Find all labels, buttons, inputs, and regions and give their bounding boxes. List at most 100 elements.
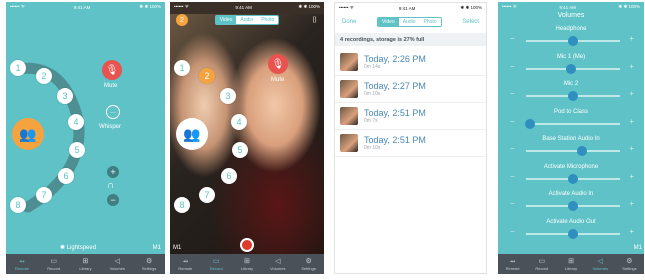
volume-down-button[interactable]: − bbox=[107, 194, 119, 206]
pod-7-button[interactable]: 7 bbox=[199, 187, 215, 203]
slider-thumb[interactable] bbox=[568, 173, 578, 184]
tab-settings[interactable]: ⚙ Settings bbox=[293, 254, 324, 274]
tab-library[interactable]: ⊞ Library bbox=[232, 254, 263, 274]
recording-duration: 0m 7s bbox=[364, 118, 378, 124]
video-thumbnail bbox=[340, 80, 358, 98]
volume-down-icon[interactable]: − bbox=[510, 144, 515, 153]
tab-remote[interactable]: ⥇ Remote bbox=[6, 254, 38, 274]
volume-down-icon[interactable]: − bbox=[510, 62, 515, 71]
pod-4-button[interactable]: 4 bbox=[68, 114, 84, 130]
mute-button[interactable]: 🎙 bbox=[102, 60, 122, 80]
pod-3-button[interactable]: 3 bbox=[57, 88, 73, 104]
volume-label: Mic 1 (Me) bbox=[556, 53, 586, 60]
volume-up-icon[interactable]: + bbox=[629, 62, 634, 71]
done-button[interactable]: Done bbox=[342, 19, 356, 25]
record-button[interactable] bbox=[240, 238, 254, 252]
pod-5-button[interactable]: 5 bbox=[232, 142, 248, 158]
tab-remote[interactable]: ⥇ Remote bbox=[170, 254, 201, 274]
tab-record[interactable]: ▭ Record bbox=[527, 254, 556, 274]
volume-slider[interactable] bbox=[524, 118, 620, 129]
volume-up-icon[interactable]: + bbox=[629, 199, 634, 208]
slider-thumb[interactable] bbox=[568, 228, 578, 239]
pod-8-button[interactable]: 8 bbox=[10, 197, 26, 213]
volume-up-icon[interactable]: + bbox=[629, 144, 634, 153]
pod-4-button[interactable]: 4 bbox=[231, 114, 247, 130]
pod-6-button[interactable]: 6 bbox=[221, 168, 237, 184]
tab-settings[interactable]: ⚙ Settings bbox=[615, 254, 644, 274]
tab-library[interactable]: ⊞ Library bbox=[556, 254, 585, 274]
list-item[interactable]: Today, 2:27 PM 0m 10s bbox=[335, 76, 486, 103]
volume-down-icon[interactable]: − bbox=[510, 89, 515, 98]
pod-1-button[interactable]: 1 bbox=[174, 60, 190, 76]
volume-slider[interactable] bbox=[526, 63, 620, 74]
volume-up-icon[interactable]: + bbox=[629, 227, 634, 236]
lightspeed-icon: ✺ bbox=[60, 245, 66, 251]
select-button[interactable]: Select bbox=[462, 19, 479, 25]
volume-up-icon[interactable]: + bbox=[629, 117, 634, 126]
tab-settings[interactable]: ⚙ Settings bbox=[133, 254, 165, 274]
volume-down-icon[interactable]: − bbox=[510, 172, 515, 181]
pod-5-button[interactable]: 5 bbox=[69, 142, 85, 158]
speaker-icon: ◁ bbox=[114, 257, 120, 265]
slider-thumb[interactable] bbox=[524, 118, 535, 129]
volume-up-icon[interactable]: + bbox=[629, 34, 634, 43]
volume-down-icon[interactable]: − bbox=[510, 227, 515, 236]
pod-7-button[interactable]: 7 bbox=[36, 187, 52, 203]
list-item[interactable]: Today, 2:51 PM 0m 7s bbox=[335, 103, 486, 130]
tab-volumes[interactable]: ◁ Volumes bbox=[101, 254, 133, 274]
pod-2-button[interactable]: 2 bbox=[36, 68, 52, 84]
speaker-icon: ◁ bbox=[597, 257, 603, 265]
camera-switch-icon[interactable]: ⌷ bbox=[312, 15, 317, 25]
tab-record[interactable]: ▭ Record bbox=[38, 254, 70, 274]
mode-audio[interactable]: Audio bbox=[236, 16, 258, 24]
pod-1-button[interactable]: 1 bbox=[10, 60, 26, 76]
volume-up-icon[interactable]: + bbox=[629, 89, 634, 98]
mode-photo[interactable]: Photo bbox=[419, 18, 441, 26]
volume-up-button[interactable]: + bbox=[107, 166, 119, 178]
recording-title: Today, 2:27 PM bbox=[364, 81, 426, 91]
tab-volumes[interactable]: ◁ Volumes bbox=[586, 254, 615, 274]
mute-button[interactable]: 🎙 bbox=[268, 54, 288, 74]
remote-icon: ⥇ bbox=[509, 257, 516, 265]
slider-thumb[interactable] bbox=[568, 201, 578, 211]
pod-2-button[interactable]: 2 bbox=[199, 68, 215, 84]
volume-slider[interactable] bbox=[526, 36, 620, 46]
volume-slider[interactable] bbox=[526, 91, 620, 101]
book-icon: ⊞ bbox=[82, 257, 89, 265]
mode-audio[interactable]: Audio bbox=[398, 18, 420, 26]
volume-slider[interactable] bbox=[526, 228, 620, 239]
volume-slider[interactable] bbox=[526, 173, 620, 184]
tab-remote[interactable]: ⥇ Remote bbox=[498, 254, 527, 274]
slider-thumb[interactable] bbox=[568, 36, 578, 46]
pod-6-button[interactable]: 6 bbox=[58, 168, 74, 184]
tab-library[interactable]: ⊞ Library bbox=[70, 254, 102, 274]
tab-volumes[interactable]: ◁ Volumes bbox=[262, 254, 293, 274]
volume-down-icon[interactable]: − bbox=[510, 34, 515, 43]
all-pods-group-button[interactable]: 👥 bbox=[176, 118, 208, 150]
whisper-button[interactable]: … bbox=[106, 105, 120, 119]
all-pods-group-button[interactable]: 👥 bbox=[12, 118, 44, 150]
pod-3-button[interactable]: 3 bbox=[220, 88, 236, 104]
whisper-label: Whisper bbox=[99, 124, 122, 130]
list-item[interactable]: Today, 2:51 PM 0m 10s bbox=[335, 130, 486, 157]
volume-down-icon[interactable]: − bbox=[510, 117, 515, 126]
volume-row: Headphone − + bbox=[498, 26, 644, 50]
pod-8-button[interactable]: 8 bbox=[174, 197, 190, 213]
status-time: 9:41 AM bbox=[398, 5, 416, 11]
tab-record[interactable]: ▭ Record bbox=[201, 254, 232, 274]
volume-slider[interactable] bbox=[526, 146, 620, 156]
mode-segmented-control: Video Audio Photo bbox=[377, 17, 442, 27]
volumes-screen: •••••• ᯤ 9:41 AM ✱ ✱ 100% Volumes Headph… bbox=[498, 2, 644, 274]
slider-thumb[interactable] bbox=[577, 146, 588, 156]
mode-video[interactable]: Video bbox=[378, 18, 399, 26]
volume-up-icon[interactable]: + bbox=[629, 172, 634, 181]
volume-label: Activate Audio Out bbox=[546, 218, 596, 225]
mute-label: Mute bbox=[271, 77, 285, 83]
volume-down-icon[interactable]: − bbox=[510, 199, 515, 208]
slider-thumb[interactable] bbox=[566, 63, 577, 74]
mode-photo[interactable]: Photo bbox=[257, 16, 279, 24]
mode-video[interactable]: Video bbox=[215, 16, 237, 24]
list-item[interactable]: Today, 2:26 PM 0m 14s bbox=[335, 49, 486, 76]
volume-slider[interactable] bbox=[526, 201, 620, 211]
slider-thumb[interactable] bbox=[568, 91, 578, 101]
